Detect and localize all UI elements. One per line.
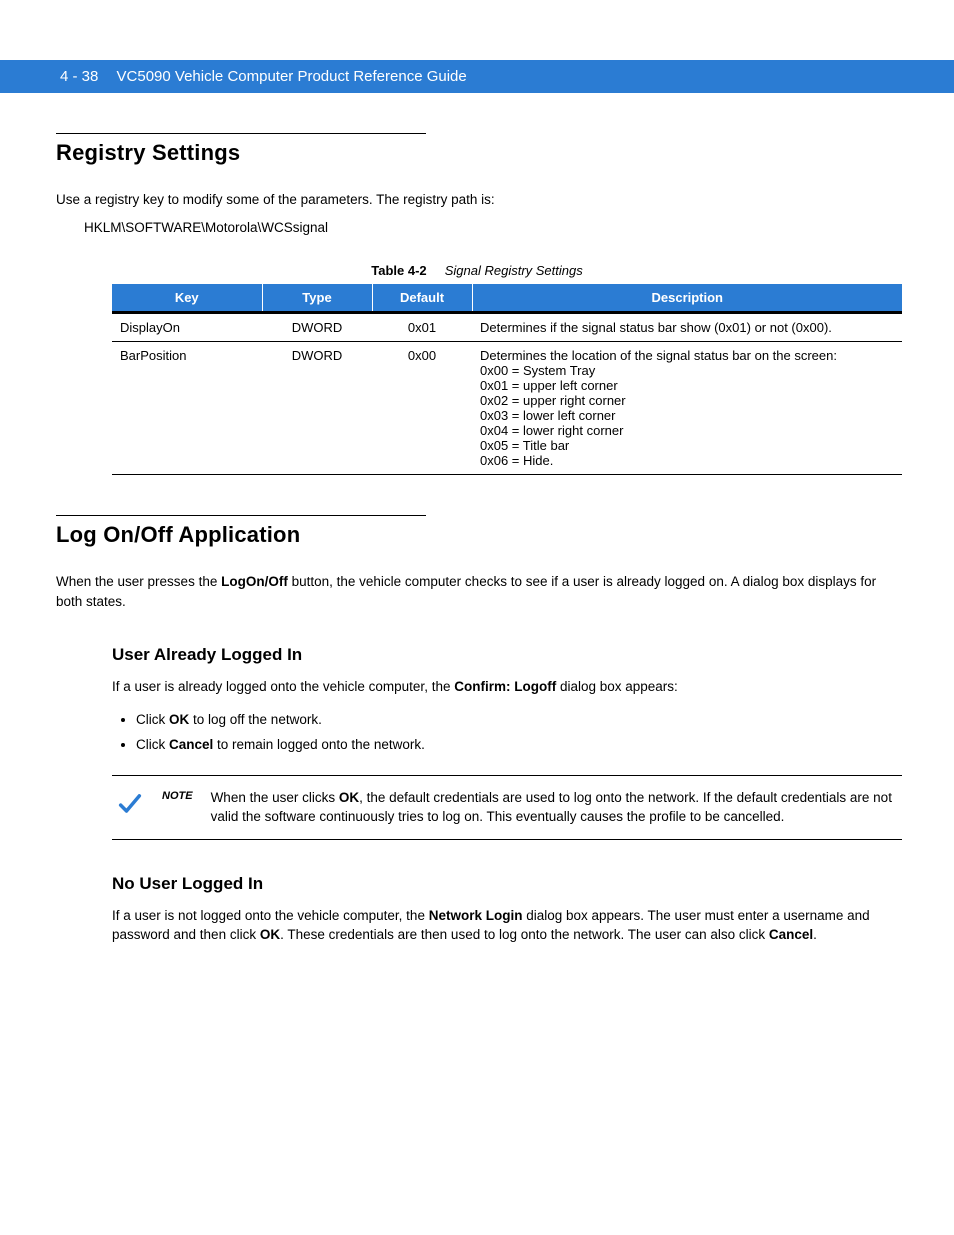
table-caption: Table 4-2 Signal Registry Settings	[56, 263, 898, 278]
note-label: NOTE	[162, 790, 193, 802]
intro-text: Use a registry key to modify some of the…	[56, 190, 898, 210]
table-header-row: Key Type Default Description	[112, 284, 902, 313]
col-desc: Description	[472, 284, 902, 313]
col-key: Key	[112, 284, 262, 313]
table-label: Table 4-2	[371, 263, 426, 278]
page-number: 4 - 38	[60, 68, 98, 85]
cell-key: DisplayOn	[112, 313, 262, 342]
cell-type: DWORD	[262, 313, 372, 342]
registry-table: Key Type Default Description DisplayOn D…	[112, 284, 902, 475]
logonoff-intro: When the user presses the LogOn/Off butt…	[56, 572, 898, 611]
bullet-list: Click OK to log off the network. Click C…	[136, 709, 898, 757]
registry-path: HKLM\SOFTWARE\Motorola\WCSsignal	[84, 218, 898, 238]
no-user-text: If a user is not logged onto the vehicle…	[112, 906, 898, 945]
list-item: Click Cancel to remain logged onto the n…	[136, 734, 898, 757]
section-rule	[56, 133, 426, 134]
subheading-user-logged-in: User Already Logged In	[112, 645, 898, 665]
subheading-no-user: No User Logged In	[112, 874, 898, 894]
table-row: BarPosition DWORD 0x00 Determines the lo…	[112, 342, 902, 475]
table-row: DisplayOn DWORD 0x01 Determines if the s…	[112, 313, 902, 342]
section-heading-logonoff: Log On/Off Application	[56, 522, 898, 548]
section-heading-registry: Registry Settings	[56, 140, 898, 166]
section-rule	[56, 515, 426, 516]
page-content: Registry Settings Use a registry key to …	[0, 133, 954, 997]
user-logged-in-text: If a user is already logged onto the veh…	[112, 677, 898, 697]
cell-default: 0x00	[372, 342, 472, 475]
cell-default: 0x01	[372, 313, 472, 342]
cell-desc: Determines if the signal status bar show…	[472, 313, 902, 342]
table-caption-text: Signal Registry Settings	[445, 263, 583, 278]
note-text: When the user clicks OK, the default cre…	[211, 788, 894, 827]
cell-type: DWORD	[262, 342, 372, 475]
col-default: Default	[372, 284, 472, 313]
cell-key: BarPosition	[112, 342, 262, 475]
note-box: NOTE When the user clicks OK, the defaul…	[112, 775, 902, 840]
check-icon	[116, 790, 144, 818]
cell-desc: Determines the location of the signal st…	[472, 342, 902, 475]
page-header: 4 - 38 VC5090 Vehicle Computer Product R…	[0, 60, 954, 93]
doc-title: VC5090 Vehicle Computer Product Referenc…	[117, 68, 467, 85]
list-item: Click OK to log off the network.	[136, 709, 898, 732]
col-type: Type	[262, 284, 372, 313]
